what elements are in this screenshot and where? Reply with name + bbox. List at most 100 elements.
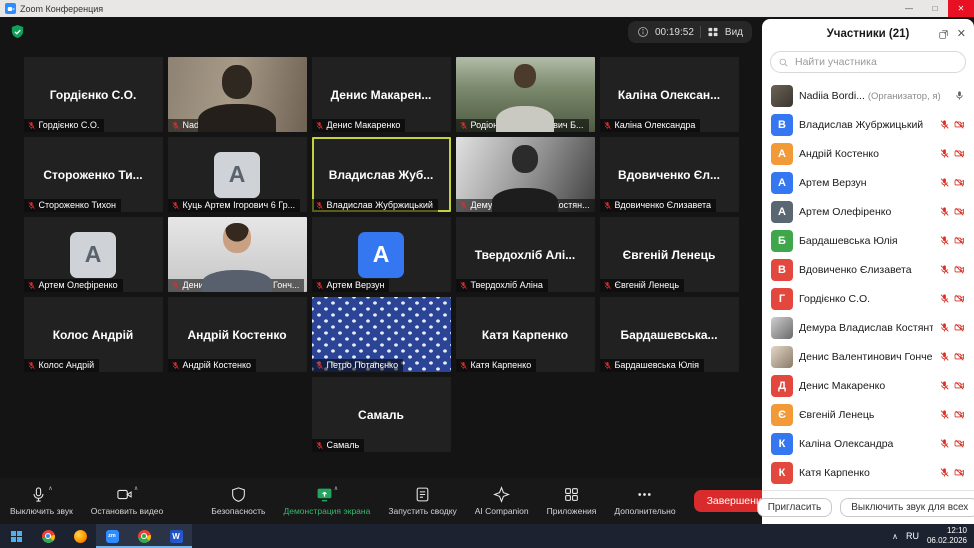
- participant-tile[interactable]: Денис Макарен... Денис Макаренко: [312, 57, 451, 132]
- participant-tile[interactable]: Каліна Олексан... Каліна Олександра: [600, 57, 739, 132]
- participant-row[interactable]: Nadiia Bordi... (Организатор, я): [762, 81, 974, 110]
- participant-name: Артем Олефіренко: [799, 206, 891, 218]
- participant-tile[interactable]: Колос Андрій Колос Андрій: [24, 297, 163, 372]
- participant-name: Денис Макаренко: [799, 380, 885, 392]
- close-panel-icon[interactable]: ✕: [957, 29, 966, 40]
- muted-mic-icon: [939, 438, 950, 449]
- minimize-button[interactable]: —: [896, 0, 922, 17]
- popout-icon[interactable]: [938, 29, 949, 40]
- tile-participant-name: Nadiia Bordiuzha: [183, 120, 252, 130]
- participant-row[interactable]: К Катя Карпенко: [762, 458, 974, 487]
- participant-row[interactable]: К Каліна Олександра: [762, 429, 974, 458]
- participant-name: Денис Валентинович Гончере...: [799, 351, 933, 363]
- close-button[interactable]: ✕: [948, 0, 974, 17]
- participant-tile[interactable]: Гордієнко С.О. Гордієнко С.О.: [24, 57, 163, 132]
- start-summary-button[interactable]: Запустить сводку: [388, 486, 456, 516]
- hidden-icons-chevron[interactable]: ∧: [892, 532, 898, 541]
- avatar-letter: В: [778, 264, 786, 276]
- participant-tile[interactable]: Денис Валентинович Гонч...: [168, 217, 307, 292]
- chevron-up-icon[interactable]: ∧: [134, 486, 138, 492]
- muted-mic-icon: [939, 206, 950, 217]
- invite-button[interactable]: Пригласить: [757, 498, 833, 517]
- participant-tile[interactable]: Самаль Самаль: [312, 377, 451, 452]
- muted-mic-icon: [939, 380, 950, 391]
- muted-mic-icon: [939, 235, 950, 246]
- participant-avatar: А: [771, 201, 793, 223]
- stop-video-button[interactable]: ∧ Остановить видео: [91, 486, 163, 516]
- avatar-letter: А: [778, 148, 786, 160]
- participant-tile[interactable]: Владислав Жуб... Владислав Жубржицький: [312, 137, 451, 212]
- participant-tile[interactable]: Стороженко Ти... Стороженко Тихон: [24, 137, 163, 212]
- participant-tile[interactable]: Вдовиченко Єл... Вдовиченко Єлизавета: [600, 137, 739, 212]
- maximize-button[interactable]: □: [922, 0, 948, 17]
- participant-tile[interactable]: А Артем Олефіренко: [24, 217, 163, 292]
- participant-row[interactable]: Б Бардашевська Юлія: [762, 226, 974, 255]
- participant-row[interactable]: Г Гордієнко С.О.: [762, 284, 974, 313]
- participant-name: Євгеній Ленець: [799, 409, 874, 421]
- security-shield-icon[interactable]: [10, 24, 25, 40]
- mute-all-button[interactable]: Выключить звук для всех: [840, 498, 974, 517]
- participant-row[interactable]: Денис Валентинович Гончере...: [762, 342, 974, 371]
- avatar-letter: А: [778, 177, 786, 189]
- chevron-up-icon[interactable]: ∧: [48, 486, 52, 492]
- security-button[interactable]: Безопасность: [211, 486, 265, 516]
- info-icon[interactable]: [637, 26, 649, 38]
- participant-avatar: К: [771, 433, 793, 455]
- participant-avatar: [771, 346, 793, 368]
- avatar-letter: А: [778, 206, 786, 218]
- participant-tile[interactable]: Євгеній Ленець Євгеній Ленець: [600, 217, 739, 292]
- participants-panel: Участники (21) ✕ Nadiia Bordi... (Орган: [762, 19, 974, 524]
- participant-row[interactable]: Є Євгеній Ленець: [762, 400, 974, 429]
- participant-tile[interactable]: Бардашевська... Бардашевська Юлія: [600, 297, 739, 372]
- participant-tile[interactable]: Катя Карпенко Катя Карпенко: [456, 297, 595, 372]
- participant-tile[interactable]: Демура Владислав Костян...: [456, 137, 595, 212]
- chrome-icon[interactable]: [32, 524, 64, 548]
- participant-name: Владислав Жубржицький: [799, 119, 923, 131]
- video-off-icon: [954, 322, 965, 333]
- participant-name: Бардашевська Юлія: [799, 235, 898, 247]
- summary-icon: [414, 486, 431, 503]
- participant-tile[interactable]: Nadiia Bordiuzha: [168, 57, 307, 132]
- meeting-area: 00:19:52 Вид Гордієнко С.О.: [0, 17, 762, 524]
- clock[interactable]: 12:10 06.02.2026: [927, 526, 967, 545]
- zoom-taskbar-icon[interactable]: zm: [96, 524, 128, 548]
- participant-row[interactable]: В Вдовиченко Єлизавета: [762, 255, 974, 284]
- chevron-up-icon[interactable]: ∧: [334, 486, 338, 492]
- participant-tile[interactable]: А Артем Верзун: [312, 217, 451, 292]
- participant-row[interactable]: А Артем Верзун: [762, 168, 974, 197]
- view-button[interactable]: Вид: [725, 27, 743, 38]
- start-button[interactable]: [0, 524, 32, 548]
- participant-row[interactable]: Демура Владислав Костянтин...: [762, 313, 974, 342]
- share-screen-button[interactable]: ∧ Демонстрация экрана: [283, 486, 370, 516]
- apps-button[interactable]: Приложения: [547, 486, 597, 516]
- participant-tile[interactable]: Твердохліб Алі... Твердохліб Аліна: [456, 217, 595, 292]
- word-icon[interactable]: W: [160, 524, 192, 548]
- tile-name-label: Стороженко Тихон: [24, 199, 121, 212]
- muted-mic-icon: [939, 119, 950, 130]
- participant-row[interactable]: А Артем Олефіренко: [762, 197, 974, 226]
- participant-tile[interactable]: Петро Потапєнко: [312, 297, 451, 372]
- window-controls: — □ ✕: [896, 0, 974, 17]
- video-off-icon: [954, 264, 965, 275]
- participant-row[interactable]: В Владислав Жубржицький: [762, 110, 974, 139]
- participant-tile[interactable]: Родіон Володимирович Б...: [456, 57, 595, 132]
- participant-row[interactable]: Д Денис Макаренко: [762, 371, 974, 400]
- participant-tile[interactable]: Андрій Костенко Андрій Костенко: [168, 297, 307, 372]
- participant-row[interactable]: А Андрій Костенко: [762, 139, 974, 168]
- participant-name: Андрій Костенко: [799, 148, 879, 160]
- mute-button[interactable]: ∧ Выключить звук: [10, 486, 73, 516]
- more-dots-icon: [636, 486, 653, 503]
- tile-participant-name: Каліна Олександра: [615, 120, 696, 130]
- language-indicator[interactable]: RU: [906, 531, 919, 541]
- search-input[interactable]: [770, 51, 966, 73]
- search-icon: [778, 57, 789, 68]
- more-button[interactable]: Дополнительно: [614, 486, 675, 516]
- meeting-toolbar: ∧ Выключить звук ∧ Остановить видео Безо…: [0, 478, 762, 524]
- shield-icon: [230, 486, 247, 503]
- firefox-icon[interactable]: [64, 524, 96, 548]
- tile-name-label: Гордієнко С.О.: [24, 119, 105, 132]
- tile-name-label: Самаль: [312, 439, 365, 452]
- chrome-app-icon[interactable]: [128, 524, 160, 548]
- participant-tile[interactable]: А Куць Артем Ігорович 6 Гр...: [168, 137, 307, 212]
- ai-companion-button[interactable]: AI Companion: [475, 486, 529, 516]
